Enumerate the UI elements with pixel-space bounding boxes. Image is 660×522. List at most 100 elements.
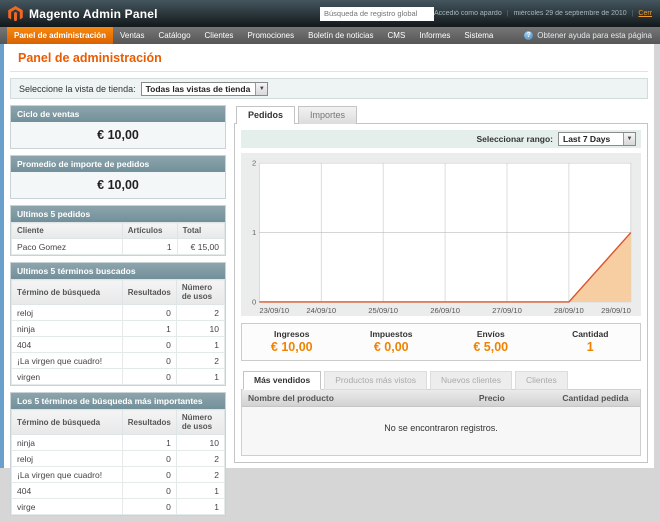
svg-text:0: 0 [252, 298, 256, 307]
table-cell: ninja [12, 321, 123, 337]
store-view-value: Todas las vistas de tienda [146, 84, 251, 94]
nav-tab[interactable]: Ventas [113, 27, 151, 44]
column-header: Resultados [122, 410, 176, 435]
table-cell: 0 [122, 467, 176, 483]
total-value: 1 [541, 340, 641, 354]
total-value: € 5,00 [441, 340, 541, 354]
table-row: Paco Gomez1€ 15,00 [12, 239, 225, 255]
column-header: Término de búsqueda [12, 410, 123, 435]
separator: | [507, 10, 509, 17]
chevron-down-icon: ▼ [255, 83, 267, 95]
table-row: ninja110 [12, 435, 225, 451]
total-label: Ingresos [242, 329, 342, 339]
totals-bar: Ingresos€ 10,00Impuestos€ 0,00Envíos€ 5,… [241, 323, 641, 361]
svg-text:2: 2 [252, 159, 256, 168]
svg-text:25/09/10: 25/09/10 [368, 306, 398, 315]
average-orders-value: € 10,00 [11, 172, 225, 198]
table-cell: 10 [176, 321, 224, 337]
store-view-select[interactable]: Todas las vistas de tienda ▼ [141, 82, 269, 96]
page-title: Panel de administración [4, 44, 654, 65]
total-item: Cantidad1 [541, 329, 641, 354]
column-header: Número de usos [176, 280, 224, 305]
table-cell: reloj [12, 451, 123, 467]
store-view-label: Seleccione la vista de tienda: [19, 84, 136, 94]
help-label: Obtener ayuda para esta página [537, 31, 652, 40]
bottom-tab[interactable]: Nuevos clientes [430, 371, 512, 390]
table-row: reloj02 [12, 451, 225, 467]
diagram-tab[interactable]: Importes [298, 106, 357, 124]
svg-text:26/09/10: 26/09/10 [430, 306, 460, 315]
nav-tab[interactable]: Promociones [240, 27, 301, 44]
current-date-text: miércoles 29 de septiembre de 2010 [513, 10, 626, 17]
grid-header: Nombre del productoPrecioCantidad pedida [242, 390, 640, 407]
table-row: reloj02 [12, 305, 225, 321]
column-header: Número de usos [176, 410, 224, 435]
total-item: Envíos€ 5,00 [441, 329, 541, 354]
range-label: Seleccionar rango: [476, 134, 553, 144]
last-search-terms-box: Ultimos 5 términos buscados Término de b… [10, 262, 226, 386]
bottom-tab[interactable]: Productos más vistos [324, 371, 427, 390]
nav-tab[interactable]: Panel de administración [7, 27, 113, 44]
dashboard-left-column: Ciclo de ventas € 10,00 Promedio de impo… [10, 105, 226, 522]
svg-text:23/09/10: 23/09/10 [259, 306, 289, 315]
table-cell: reloj [12, 305, 123, 321]
total-value: € 10,00 [242, 340, 342, 354]
last-orders-box: Ultimos 5 pedidos ClienteArtículosTotalP… [10, 205, 226, 256]
box-title: Ciclo de ventas [11, 106, 225, 122]
box-title: Ultimos 5 pedidos [11, 206, 225, 222]
table-cell: ninja [12, 435, 123, 451]
box-title: Ultimos 5 términos buscados [11, 263, 225, 279]
range-select[interactable]: Last 7 Days ▼ [558, 132, 636, 146]
column-header: Término de búsqueda [12, 280, 123, 305]
svg-text:27/09/10: 27/09/10 [492, 306, 522, 315]
table-cell: virgen [12, 369, 123, 385]
last-orders-table: ClienteArtículosTotalPaco Gomez1€ 15,00 [11, 222, 225, 255]
table-cell: 1 [176, 499, 224, 515]
average-orders-box: Promedio de importe de pedidos € 10,00 [10, 155, 226, 199]
orders-card: Seleccionar rango: Last 7 Days ▼ 0 1 2 23/0… [234, 123, 648, 463]
grid-column-header: Nombre del producto [242, 390, 473, 406]
table-cell: 2 [176, 451, 224, 467]
table-cell: 404 [12, 337, 123, 353]
global-search-input[interactable] [320, 7, 434, 21]
dashboard-columns: Ciclo de ventas € 10,00 Promedio de impo… [10, 105, 648, 522]
table-cell: 0 [122, 353, 176, 369]
table-cell: € 15,00 [177, 239, 224, 255]
nav-tabs: Panel de administraciónVentasCatálogoCli… [7, 27, 500, 44]
table-cell: 0 [122, 483, 176, 499]
table-cell: 1 [176, 483, 224, 499]
orders-chart: 01223/09/1024/09/1025/09/1026/09/1027/09… [241, 153, 641, 316]
table-row: ¡La virgen que cuadro!02 [12, 467, 225, 483]
diagram-tabs: PedidosImportes [234, 105, 648, 123]
table-cell: 10 [176, 435, 224, 451]
column-header: Artículos [122, 223, 177, 239]
brand-title: Magento Admin Panel [29, 7, 158, 21]
bottom-tab[interactable]: Clientes [515, 371, 568, 390]
help-link[interactable]: ? Obtener ayuda para esta página [524, 27, 660, 44]
bottom-tab[interactable]: Más vendidos [243, 371, 321, 390]
diagram-tab[interactable]: Pedidos [236, 106, 295, 124]
help-icon: ? [524, 31, 533, 40]
range-value: Last 7 Days [563, 134, 610, 144]
total-item: Ingresos€ 10,00 [242, 329, 342, 354]
nav-tab[interactable]: Informes [412, 27, 457, 44]
table-cell: 2 [176, 353, 224, 369]
magento-admin-page: Magento Admin Panel Accedió como apardo … [0, 0, 660, 480]
table-row: ninja110 [12, 321, 225, 337]
title-divider [10, 71, 648, 72]
table-cell: ¡La virgen que cuadro! [12, 467, 123, 483]
table-cell: 404 [12, 483, 123, 499]
logout-link[interactable]: Cerrar Sesión [638, 10, 652, 17]
nav-tab[interactable]: Clientes [198, 27, 241, 44]
user-info: Accedió como apardo | miércoles 29 de se… [434, 10, 652, 17]
box-title: Promedio de importe de pedidos [11, 156, 225, 172]
table-cell: 0 [122, 305, 176, 321]
bestsellers-grid: Nombre del productoPrecioCantidad pedida… [241, 389, 641, 456]
lifetime-sales-value: € 10,00 [11, 122, 225, 148]
nav-tab[interactable]: Catálogo [152, 27, 198, 44]
nav-tab[interactable]: Boletín de noticias [301, 27, 380, 44]
logged-in-as-text: Accedió como apardo [434, 10, 502, 17]
chevron-down-icon: ▼ [623, 133, 635, 145]
nav-tab[interactable]: Sistema [457, 27, 500, 44]
nav-tab[interactable]: CMS [381, 27, 413, 44]
